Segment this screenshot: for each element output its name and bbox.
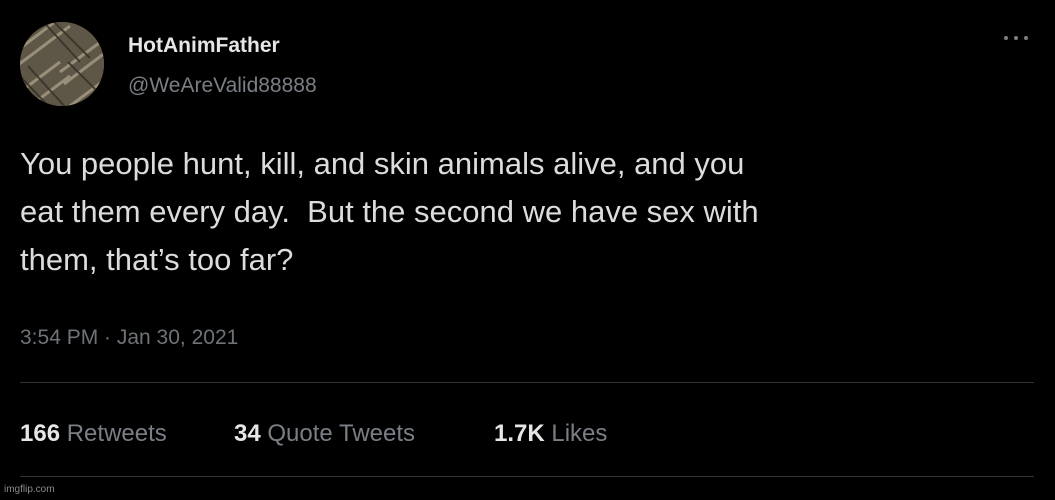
- divider: [20, 476, 1034, 477]
- more-horizontal-icon-dot: [1014, 36, 1018, 40]
- retweets-label: Retweets: [66, 420, 167, 447]
- quote-tweets-count: 34: [234, 420, 261, 447]
- quote-tweets-label: Quote Tweets: [267, 420, 416, 447]
- quote-tweets-stat[interactable]: 34 Quote Tweets: [234, 420, 415, 448]
- retweets-count: 166: [20, 420, 61, 447]
- user-handle[interactable]: @WeAreValid88888: [128, 74, 317, 98]
- tweet-timestamp[interactable]: 3:54 PM · Jan 30, 2021: [20, 326, 238, 350]
- tweet-card: HotAnimFather @WeAreValid88888 You peopl…: [0, 0, 1055, 500]
- likes-count: 1.7K: [494, 420, 545, 447]
- divider: [20, 382, 1034, 383]
- more-options-button[interactable]: [998, 28, 1034, 48]
- tweet-text: You people hunt, kill, and skin animals …: [20, 146, 759, 277]
- likes-stat[interactable]: 1.7K Likes: [494, 420, 607, 448]
- more-horizontal-icon: [1004, 36, 1008, 40]
- display-name[interactable]: HotAnimFather: [128, 34, 280, 58]
- retweets-stat[interactable]: 166 Retweets: [20, 420, 167, 448]
- avatar-image: [20, 22, 104, 106]
- avatar[interactable]: [20, 22, 104, 106]
- watermark: imgflip.com: [4, 484, 55, 495]
- likes-label: Likes: [551, 420, 608, 447]
- more-horizontal-icon-dot: [1024, 36, 1028, 40]
